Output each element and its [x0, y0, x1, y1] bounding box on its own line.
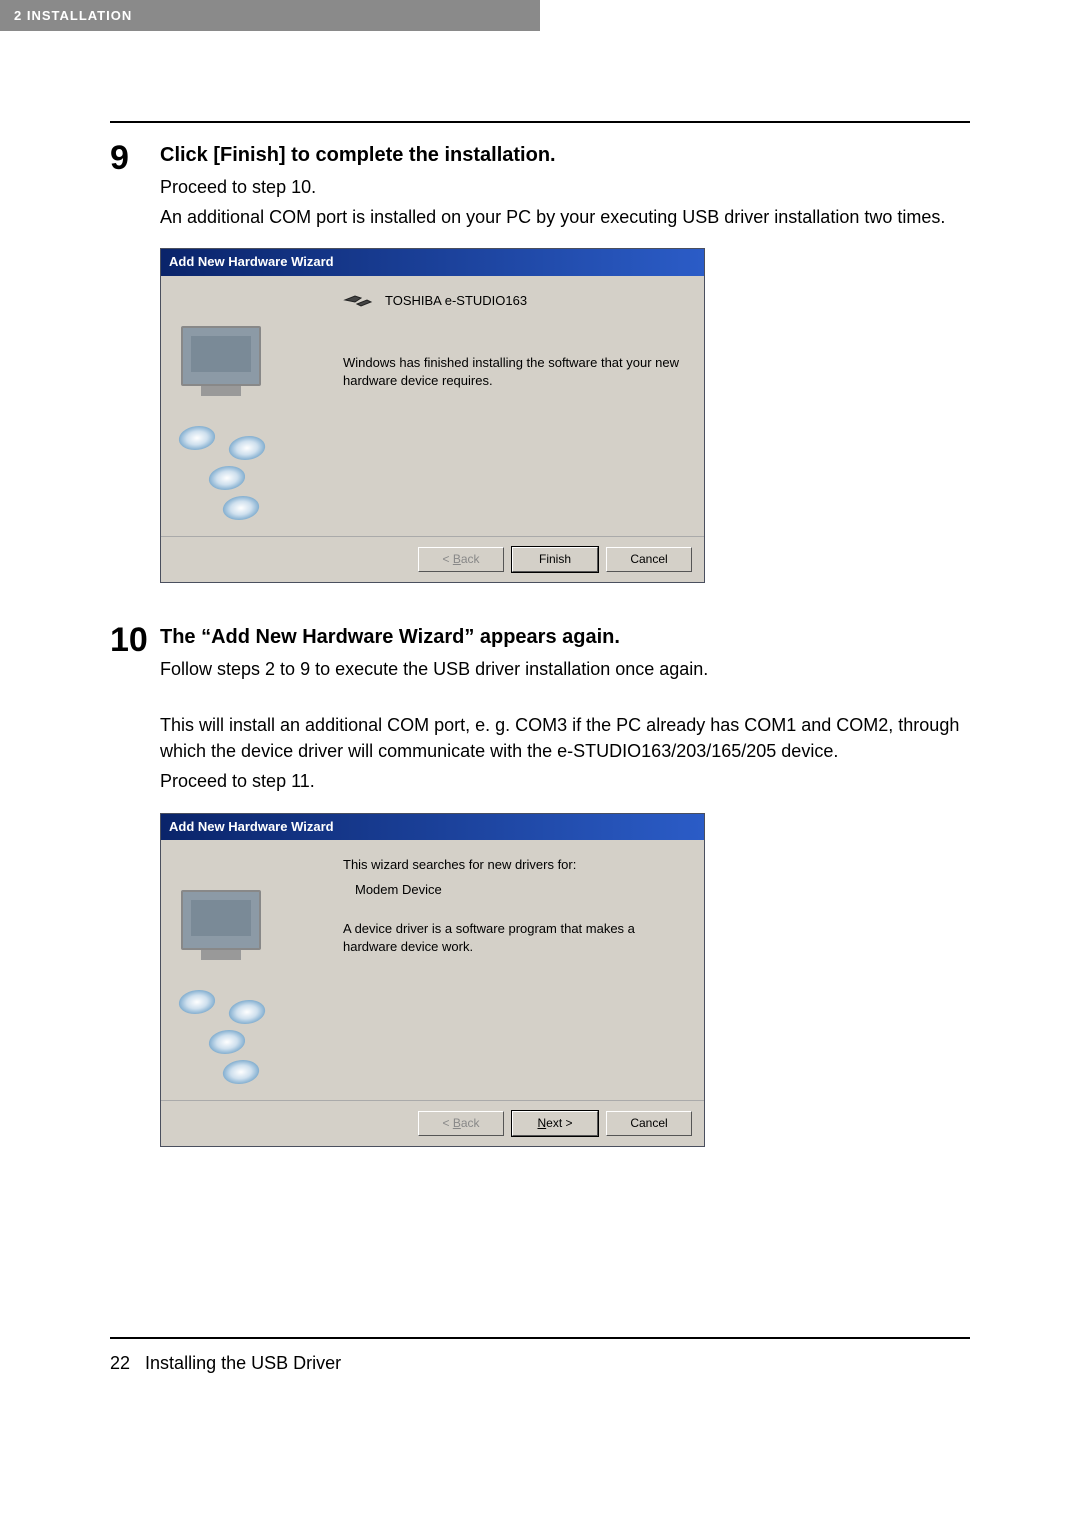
wizard1-message: Windows has finished installing the soft…	[343, 354, 686, 389]
page-number: 22	[110, 1353, 130, 1373]
step-10-para2: This will install an additional COM port…	[160, 712, 970, 764]
step-number-9: 9	[110, 141, 160, 583]
back-button: < Back	[418, 547, 504, 572]
wizard2-device-name: Modem Device	[355, 881, 686, 900]
step-9-line2: An additional COM port is installed on y…	[160, 204, 970, 230]
wizard-graphic	[171, 850, 331, 1090]
wizard-dialog-search: Add New Hardware Wizard This wizard sear…	[160, 813, 705, 1148]
cancel-button[interactable]: Cancel	[606, 547, 692, 572]
step-9-line1: Proceed to step 10.	[160, 174, 970, 200]
page-footer: 22 Installing the USB Driver	[110, 1339, 970, 1374]
step-10-line3: Proceed to step 11.	[160, 768, 970, 794]
step-10-line1: Follow steps 2 to 9 to execute the USB d…	[160, 656, 970, 682]
finish-button[interactable]: Finish	[512, 547, 598, 572]
wizard1-title: Add New Hardware Wizard	[161, 249, 704, 276]
wizard2-desc: A device driver is a software program th…	[343, 920, 686, 955]
step-number-10: 10	[110, 623, 160, 1147]
footer-section: Installing the USB Driver	[145, 1353, 341, 1373]
step-9: 9 Click [Finish] to complete the install…	[110, 141, 970, 583]
step-10-heading: The “Add New Hardware Wizard” appears ag…	[160, 623, 970, 652]
wizard-dialog-finish: Add New Hardware Wizard	[160, 248, 705, 583]
cancel-button[interactable]: Cancel	[606, 1111, 692, 1136]
wizard2-title: Add New Hardware Wizard	[161, 814, 704, 841]
wizard-graphic	[171, 286, 331, 526]
back-button: < Back	[418, 1111, 504, 1136]
wizard1-device-name: TOSHIBA e-STUDIO163	[385, 292, 527, 311]
header-tab: 2 INSTALLATION	[0, 0, 540, 31]
step-9-heading: Click [Finish] to complete the installat…	[160, 141, 970, 170]
step-10: 10 The “Add New Hardware Wizard” appears…	[110, 623, 970, 1147]
horizontal-rule-top	[110, 121, 970, 123]
wizard2-intro: This wizard searches for new drivers for…	[343, 856, 686, 875]
hardware-icon	[343, 292, 373, 314]
next-button[interactable]: Next >	[512, 1111, 598, 1136]
